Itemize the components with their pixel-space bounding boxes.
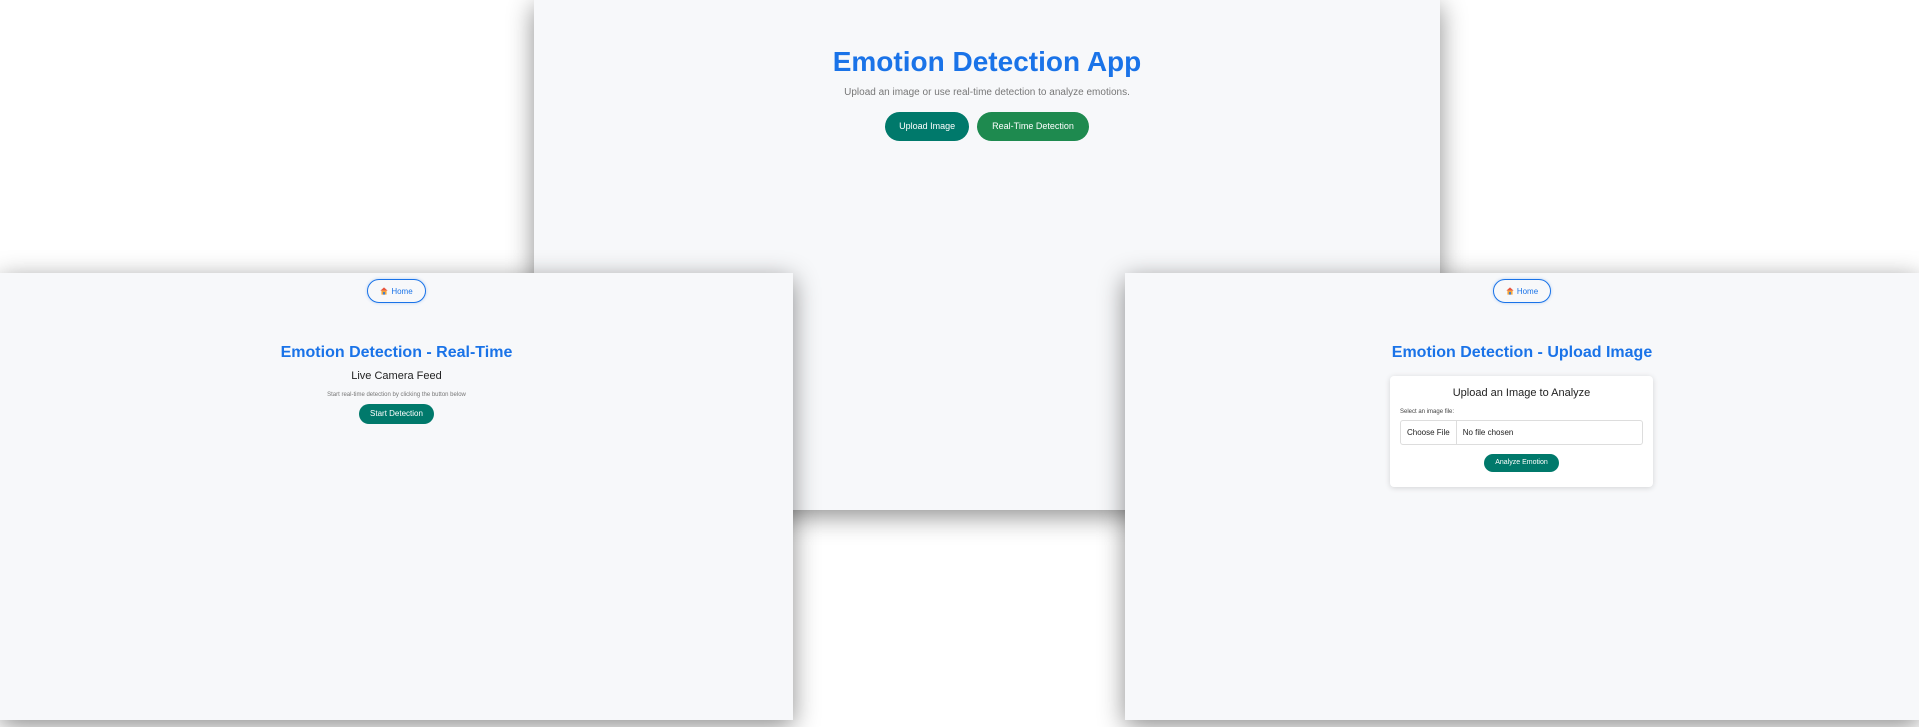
start-detection-button[interactable]: Start Detection: [359, 404, 434, 424]
file-input[interactable]: Choose File No file chosen: [1400, 420, 1643, 445]
choose-file-button[interactable]: Choose File: [1401, 421, 1457, 444]
page-title: Emotion Detection - Real-Time: [280, 344, 513, 361]
home-button[interactable]: Home: [1492, 279, 1552, 303]
mode-button-row: Upload Image Real-Time Detection: [534, 112, 1440, 141]
upload-card-title: Upload an Image to Analyze: [1452, 387, 1591, 399]
analyze-emotion-button[interactable]: Analyze Emotion: [1484, 454, 1559, 472]
realtime-page-window: Home Emotion Detection - Real-Time Live …: [0, 273, 793, 720]
camera-feed-heading: Live Camera Feed: [351, 370, 442, 382]
upload-image-button[interactable]: Upload Image: [885, 112, 970, 141]
detection-hint: Start real-time detection by clicking th…: [327, 392, 466, 398]
home-button[interactable]: Home: [367, 279, 426, 303]
real-time-detection-button[interactable]: Real-Time Detection: [977, 112, 1089, 141]
file-status-text: No file chosen: [1462, 428, 1514, 437]
page-title: Emotion Detection - Upload Image: [1391, 344, 1653, 361]
home-button-label: Home: [1516, 286, 1539, 296]
page-title: Emotion Detection App: [832, 46, 1142, 77]
upload-card: Upload an Image to Analyze Select an ima…: [1390, 376, 1653, 487]
house-icon: [380, 287, 388, 295]
page-subtitle: Upload an image or use real-time detecti…: [844, 87, 1130, 98]
file-input-label: Select an image file:: [1400, 409, 1455, 415]
upload-page-window: Home Emotion Detection - Upload Image Up…: [1125, 273, 1919, 720]
house-icon: [1506, 287, 1514, 295]
home-button-label: Home: [391, 286, 413, 296]
